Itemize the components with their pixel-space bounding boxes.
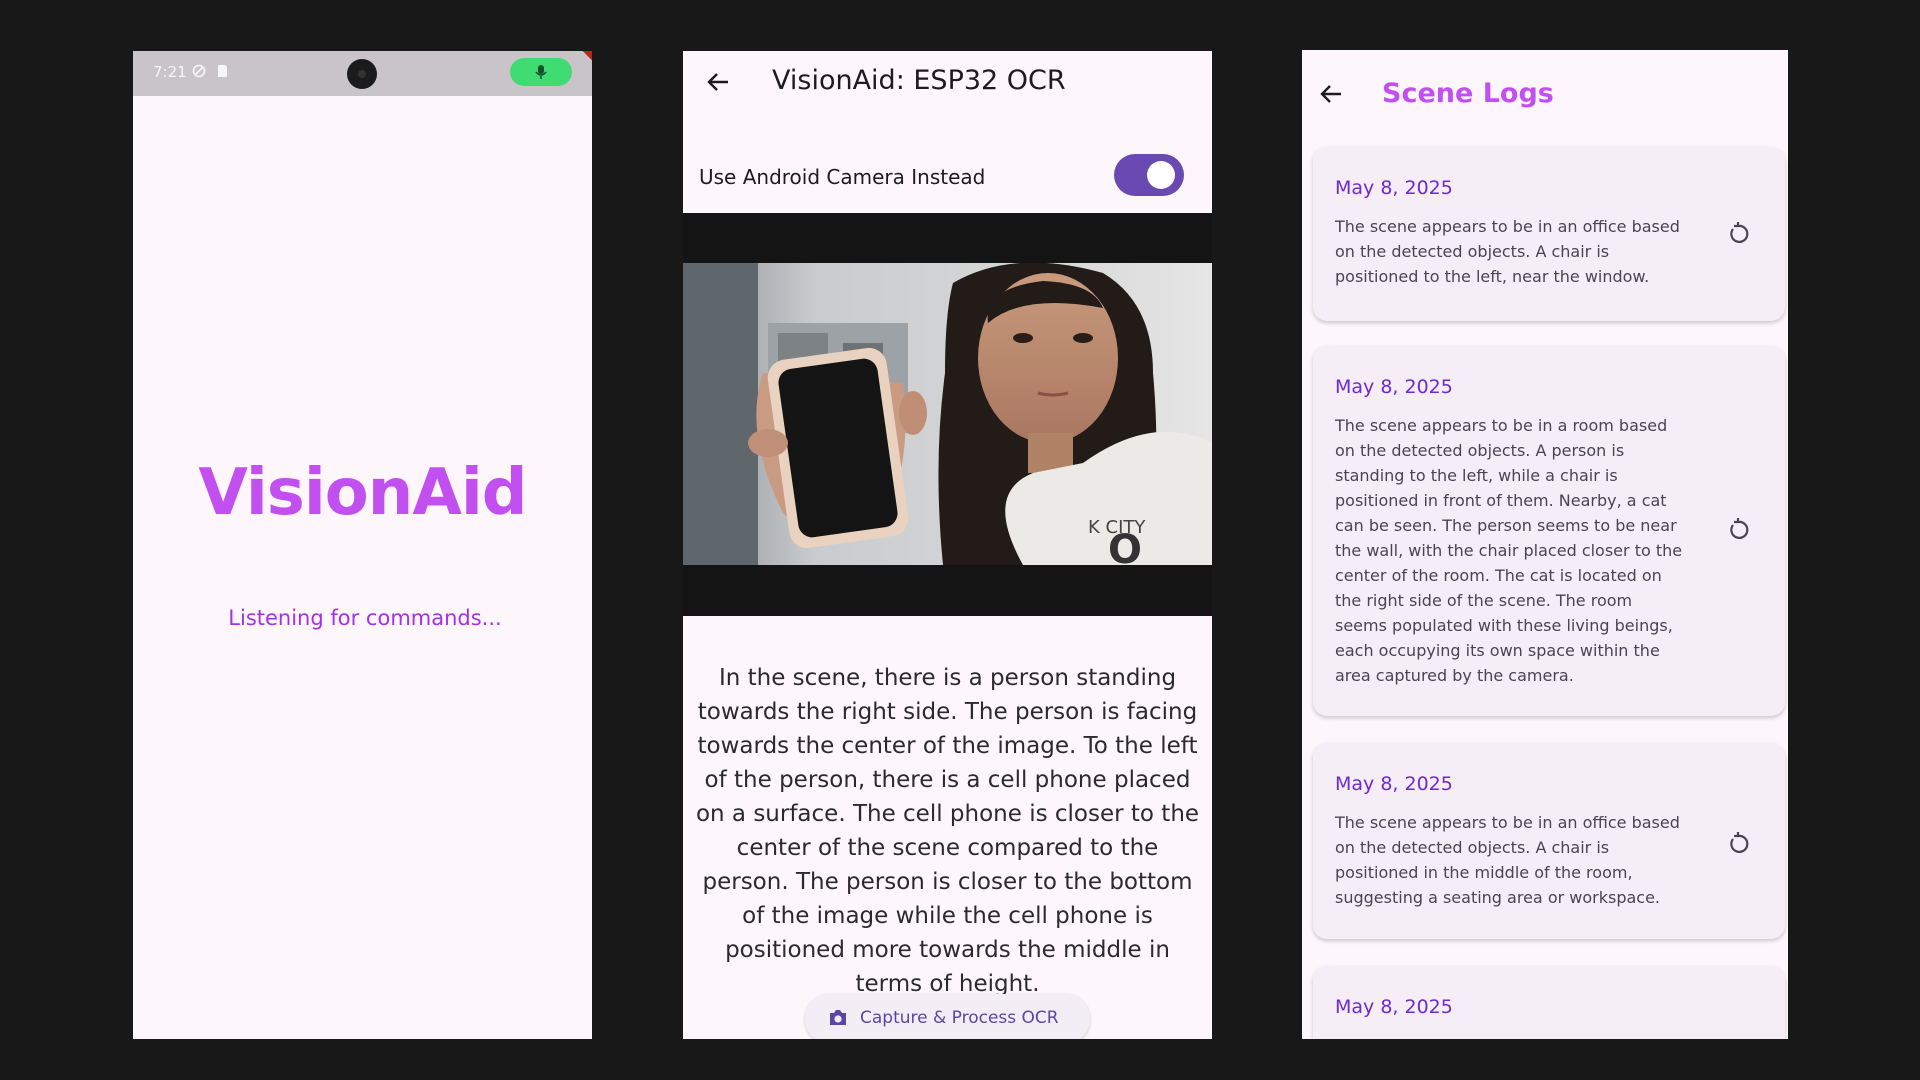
log-card[interactable]: May 8, 2025 The scene appears to be in a…: [1313, 743, 1785, 939]
camera-toggle-row: Use Android Camera Instead: [683, 151, 1212, 211]
camera-preview-image: K CITY O: [683, 263, 1212, 565]
home-screen: 7:21 VisionAid Listening for commands...: [133, 51, 592, 1039]
scene-logs-screen: Scene Logs May 8, 2025 The scene appears…: [1302, 50, 1788, 1039]
sd-card-icon: [218, 65, 227, 77]
scene-description: In the scene, there is a person standing…: [695, 665, 1200, 997]
app-brand-title: VisionAid: [198, 456, 527, 530]
log-card[interactable]: May 8, 2025 The scene appears to be in a…: [1313, 346, 1785, 716]
mic-active-indicator: [510, 58, 572, 86]
do-not-disturb-icon: [192, 64, 206, 78]
replay-icon[interactable]: [1725, 830, 1751, 856]
log-text: The scene appears to be in a room based …: [1335, 416, 1683, 685]
listening-status: Listening for commands...: [228, 606, 502, 630]
android-camera-switch[interactable]: [1114, 154, 1184, 196]
log-date: May 8, 2025: [1335, 996, 1453, 1018]
back-arrow-icon[interactable]: [703, 67, 733, 97]
app-bar: VisionAid: ESP32 OCR: [683, 51, 1212, 113]
log-date: May 8, 2025: [1335, 773, 1453, 795]
shirt-text-large: O: [1108, 527, 1142, 565]
status-time: 7:21: [153, 63, 187, 81]
page-title: VisionAid: ESP32 OCR: [772, 65, 1066, 96]
log-card[interactable]: May 8, 2025 The scene appears to be in a…: [1313, 147, 1785, 321]
status-bar: 7:21: [133, 51, 592, 96]
switch-knob: [1147, 161, 1175, 189]
toggle-label: Use Android Camera Instead: [699, 165, 986, 189]
log-card[interactable]: May 8, 2025: [1313, 966, 1785, 1039]
back-arrow-icon[interactable]: [1316, 79, 1346, 109]
replay-icon[interactable]: [1725, 220, 1751, 246]
camera-icon: [830, 1010, 846, 1025]
page-title: Scene Logs: [1382, 78, 1554, 109]
capture-ocr-button[interactable]: Capture & Process OCR: [805, 994, 1090, 1039]
log-date: May 8, 2025: [1335, 376, 1453, 398]
log-date: May 8, 2025: [1335, 177, 1453, 199]
log-text: The scene appears to be in an office bas…: [1335, 217, 1680, 286]
ocr-screen: VisionAid: ESP32 OCR Use Android Camera …: [683, 51, 1212, 1039]
front-camera-cutout: [347, 59, 377, 89]
mic-icon: [535, 65, 547, 79]
log-text: The scene appears to be in an office bas…: [1335, 813, 1680, 907]
replay-icon[interactable]: [1725, 516, 1751, 542]
capture-button-label: Capture & Process OCR: [860, 1008, 1059, 1028]
